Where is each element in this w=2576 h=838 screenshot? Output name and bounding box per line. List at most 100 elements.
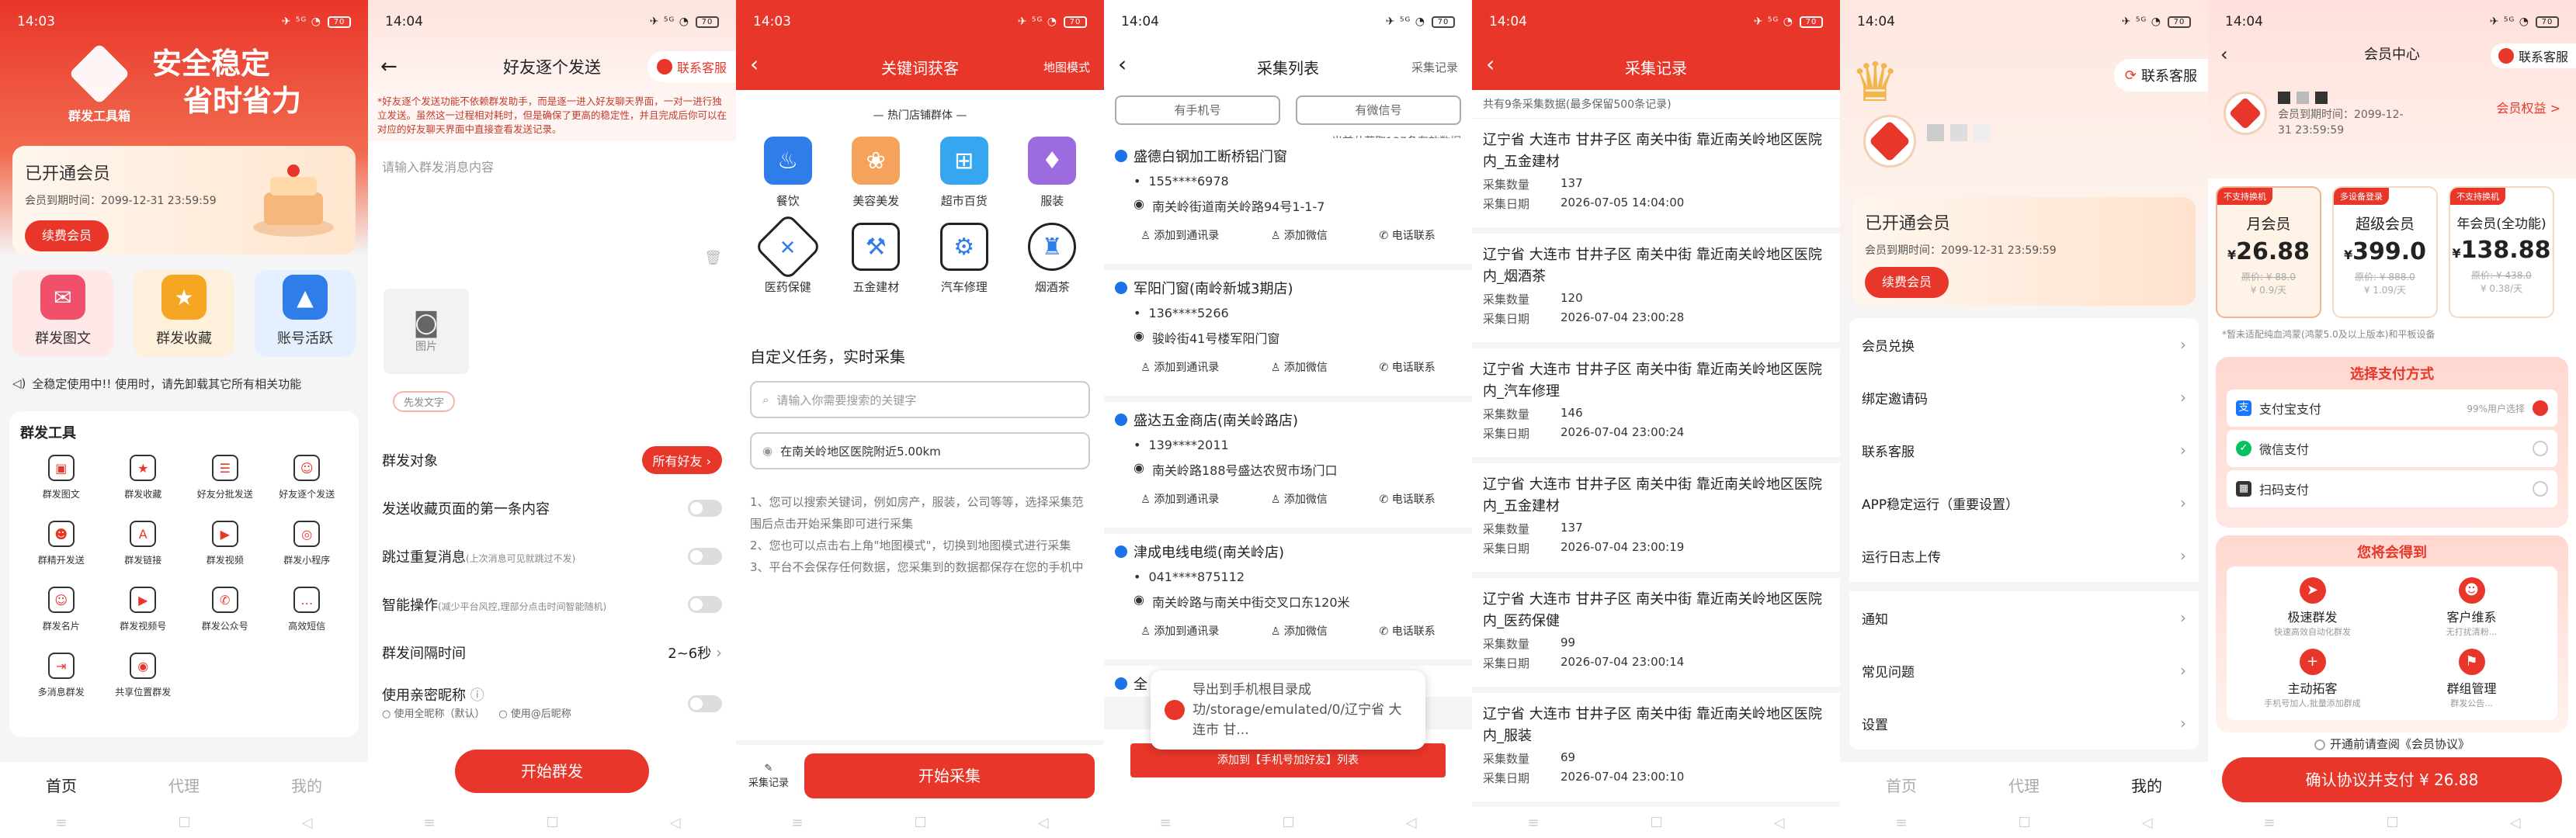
tab-home[interactable]: 首页: [46, 774, 77, 796]
add-wechat-button[interactable]: ♙ 添加微信: [1271, 491, 1328, 507]
tool-item[interactable]: ☻ 群精开发送: [20, 521, 102, 566]
pay-radio[interactable]: [2533, 481, 2548, 497]
record-item[interactable]: 辽宁省 大连市 甘井子区 南关中街 靠近南关岭地区医院内_五金建材 采集数量 13…: [1472, 119, 1840, 234]
back-icon[interactable]: ◁: [670, 815, 681, 831]
tab-home[interactable]: 首页: [1886, 774, 1917, 796]
tab-has-phone[interactable]: 有手机号: [1115, 95, 1280, 125]
menu-redeem[interactable]: 会员兑换 ›: [1849, 318, 2199, 371]
skip-repeat-toggle[interactable]: [688, 548, 722, 565]
call-button[interactable]: ✆ 电话联系: [1380, 359, 1436, 375]
quick-card-0[interactable]: ✉ 群发图文: [12, 270, 113, 357]
home-icon[interactable]: ☐: [1651, 815, 1663, 831]
home-icon[interactable]: ☐: [1283, 815, 1295, 831]
collect-record-button[interactable]: ✎ 采集记录: [745, 763, 792, 789]
menu-upload-log[interactable]: 运行日志上传 ›: [1849, 529, 2199, 582]
menu-notifications[interactable]: 通知 ›: [1849, 591, 2199, 644]
tool-item[interactable]: ◎ 群发小程序: [266, 521, 349, 566]
category-item[interactable]: ♦ 服装: [1009, 137, 1097, 209]
menu-icon[interactable]: ≡: [55, 815, 67, 831]
record-item[interactable]: 辽宁省 大连市 甘井子区 南关中街 靠近南关岭地区医院内_五金建材 采集数量 13…: [1472, 463, 1840, 578]
collect-record-link[interactable]: 采集记录: [1411, 59, 1458, 75]
checkbox-icon[interactable]: [1115, 282, 1127, 294]
home-icon[interactable]: ☐: [915, 815, 927, 831]
add-wechat-button[interactable]: ♙ 添加微信: [1271, 623, 1328, 639]
pay-alipay[interactable]: 支支付宝支付 99%用户选择: [2227, 390, 2557, 427]
renew-button[interactable]: 续费会员: [1865, 267, 1949, 298]
add-contact-button[interactable]: ♙ 添加到通讯录: [1140, 623, 1219, 639]
tool-item[interactable]: ☰ 好友分批发送: [184, 455, 266, 500]
back-icon[interactable]: ◁: [2510, 815, 2521, 831]
tool-item[interactable]: A 群发链接: [102, 521, 185, 566]
record-item[interactable]: 辽宁省 大连市 甘井子区 南关中街 靠近南关岭地区医院内_医药保健 采集数量 99…: [1472, 578, 1840, 693]
checkbox-icon[interactable]: [1115, 414, 1127, 426]
back-icon[interactable]: ◁: [1038, 815, 1049, 831]
tab-agent[interactable]: 代理: [2008, 774, 2040, 796]
tool-item[interactable]: ⇥ 多消息群发: [20, 653, 102, 698]
confirm-pay-button[interactable]: 确认协议并支付 ¥ 26.88: [2222, 757, 2562, 802]
add-contact-button[interactable]: ♙ 添加到通讯录: [1140, 359, 1219, 375]
text-first-radio[interactable]: 先发文字: [393, 391, 456, 412]
back-icon[interactable]: ◁: [1406, 815, 1417, 831]
add-image-button[interactable]: ◙ 图片: [384, 289, 469, 374]
customer-service-button[interactable]: ⟳ 联系客服: [2113, 59, 2208, 92]
renew-button[interactable]: 续费会员: [25, 220, 109, 251]
location-input[interactable]: ◉ 在南关岭地区医院附近5.00km: [750, 432, 1090, 469]
add-contact-button[interactable]: ♙ 添加到通讯录: [1140, 491, 1219, 507]
quick-card-2[interactable]: ▲ 账号活跃: [255, 270, 356, 357]
back-arrow-icon[interactable]: ‹: [2220, 43, 2228, 65]
message-input[interactable]: 请输入群发消息内容 🗑 ◙ 图片 先发文字: [368, 141, 736, 452]
tool-item[interactable]: ▶ 群发视频: [184, 521, 266, 566]
menu-stable-run[interactable]: APP稳定运行（重要设置） ›: [1849, 476, 2199, 529]
back-icon[interactable]: ◁: [302, 815, 313, 831]
menu-icon[interactable]: ≡: [791, 815, 803, 831]
pay-qr[interactable]: ▦ 扫码支付: [2227, 470, 2557, 507]
add-contact-button[interactable]: ♙ 添加到通讯录: [1140, 227, 1219, 243]
avatar[interactable]: [1863, 115, 1916, 168]
agree-radio[interactable]: [2314, 739, 2325, 750]
home-icon[interactable]: ☐: [547, 815, 559, 831]
trash-icon[interactable]: 🗑: [704, 250, 722, 266]
add-wechat-button[interactable]: ♙ 添加微信: [1271, 227, 1328, 243]
back-arrow-icon[interactable]: ‹: [1118, 51, 1127, 77]
menu-faq[interactable]: 常见问题 ›: [1849, 644, 2199, 697]
record-item[interactable]: 辽宁省 大连市 甘井子区 南关中街 靠近南关岭地区医院内_汽车修理 采集数量 14…: [1472, 348, 1840, 463]
tool-item[interactable]: ▶ 群发视频号: [102, 587, 185, 632]
record-item[interactable]: 辽宁省 大连市 甘井子区 南关中街 靠近南关岭地区医院内_服装 采集数量 69 采…: [1472, 693, 1840, 808]
customer-service-button[interactable]: 联系客服: [647, 51, 736, 82]
home-icon[interactable]: ☐: [2387, 815, 2399, 831]
keyword-search-input[interactable]: ⌕ 请输入你需要搜索的关键字: [750, 381, 1090, 418]
call-button[interactable]: ✆ 电话联系: [1380, 491, 1436, 507]
collection-toggle[interactable]: [688, 500, 722, 517]
tool-item[interactable]: ★ 群发收藏: [102, 455, 185, 500]
tab-has-wechat[interactable]: 有微信号: [1296, 95, 1461, 125]
tool-item[interactable]: ☺ 群发名片: [20, 587, 102, 632]
tab-mine[interactable]: 我的: [291, 774, 322, 796]
back-arrow-icon[interactable]: ‹: [750, 51, 759, 77]
home-icon[interactable]: ☐: [2019, 815, 2031, 831]
category-item[interactable]: ❀ 美容美发: [832, 137, 921, 209]
call-button[interactable]: ✆ 电话联系: [1380, 227, 1436, 243]
nickname-full-option[interactable]: ○ 使用全昵称（默认）: [382, 708, 485, 720]
tool-item[interactable]: … 高效短信: [266, 587, 349, 632]
checkbox-icon[interactable]: [1115, 677, 1127, 690]
smart-op-toggle[interactable]: [688, 596, 722, 613]
agreement-row[interactable]: 开通前请查阅《会员协议》: [2208, 736, 2576, 752]
nickname-toggle[interactable]: [688, 695, 722, 712]
tool-item[interactable]: ✆ 群发公众号: [184, 587, 266, 632]
tool-item[interactable]: ☺ 好友逐个发送: [266, 455, 349, 500]
tab-agent[interactable]: 代理: [168, 774, 200, 796]
menu-invite-code[interactable]: 绑定邀请码 ›: [1849, 371, 2199, 424]
back-icon[interactable]: ◁: [2142, 815, 2153, 831]
home-icon[interactable]: ☐: [179, 815, 191, 831]
category-item[interactable]: ♨ 餐饮: [744, 137, 832, 209]
plan-card[interactable]: 不支持换机 年会员(全功能) ¥138.88 原价: ¥ 438.0 ¥ 0.3…: [2449, 186, 2554, 318]
start-send-button[interactable]: 开始群发: [455, 750, 649, 793]
tab-mine[interactable]: 我的: [2131, 774, 2162, 796]
target-row[interactable]: 群发对象 所有好友 ›: [368, 436, 736, 484]
category-item[interactable]: + 医药保健: [744, 213, 832, 295]
back-icon[interactable]: ◁: [1774, 815, 1785, 831]
start-collect-button[interactable]: 开始采集: [804, 753, 1095, 798]
menu-settings[interactable]: 设置 ›: [1849, 697, 2199, 750]
menu-icon[interactable]: ≡: [2263, 815, 2275, 831]
category-item[interactable]: ⚒ 五金建材: [832, 223, 921, 295]
